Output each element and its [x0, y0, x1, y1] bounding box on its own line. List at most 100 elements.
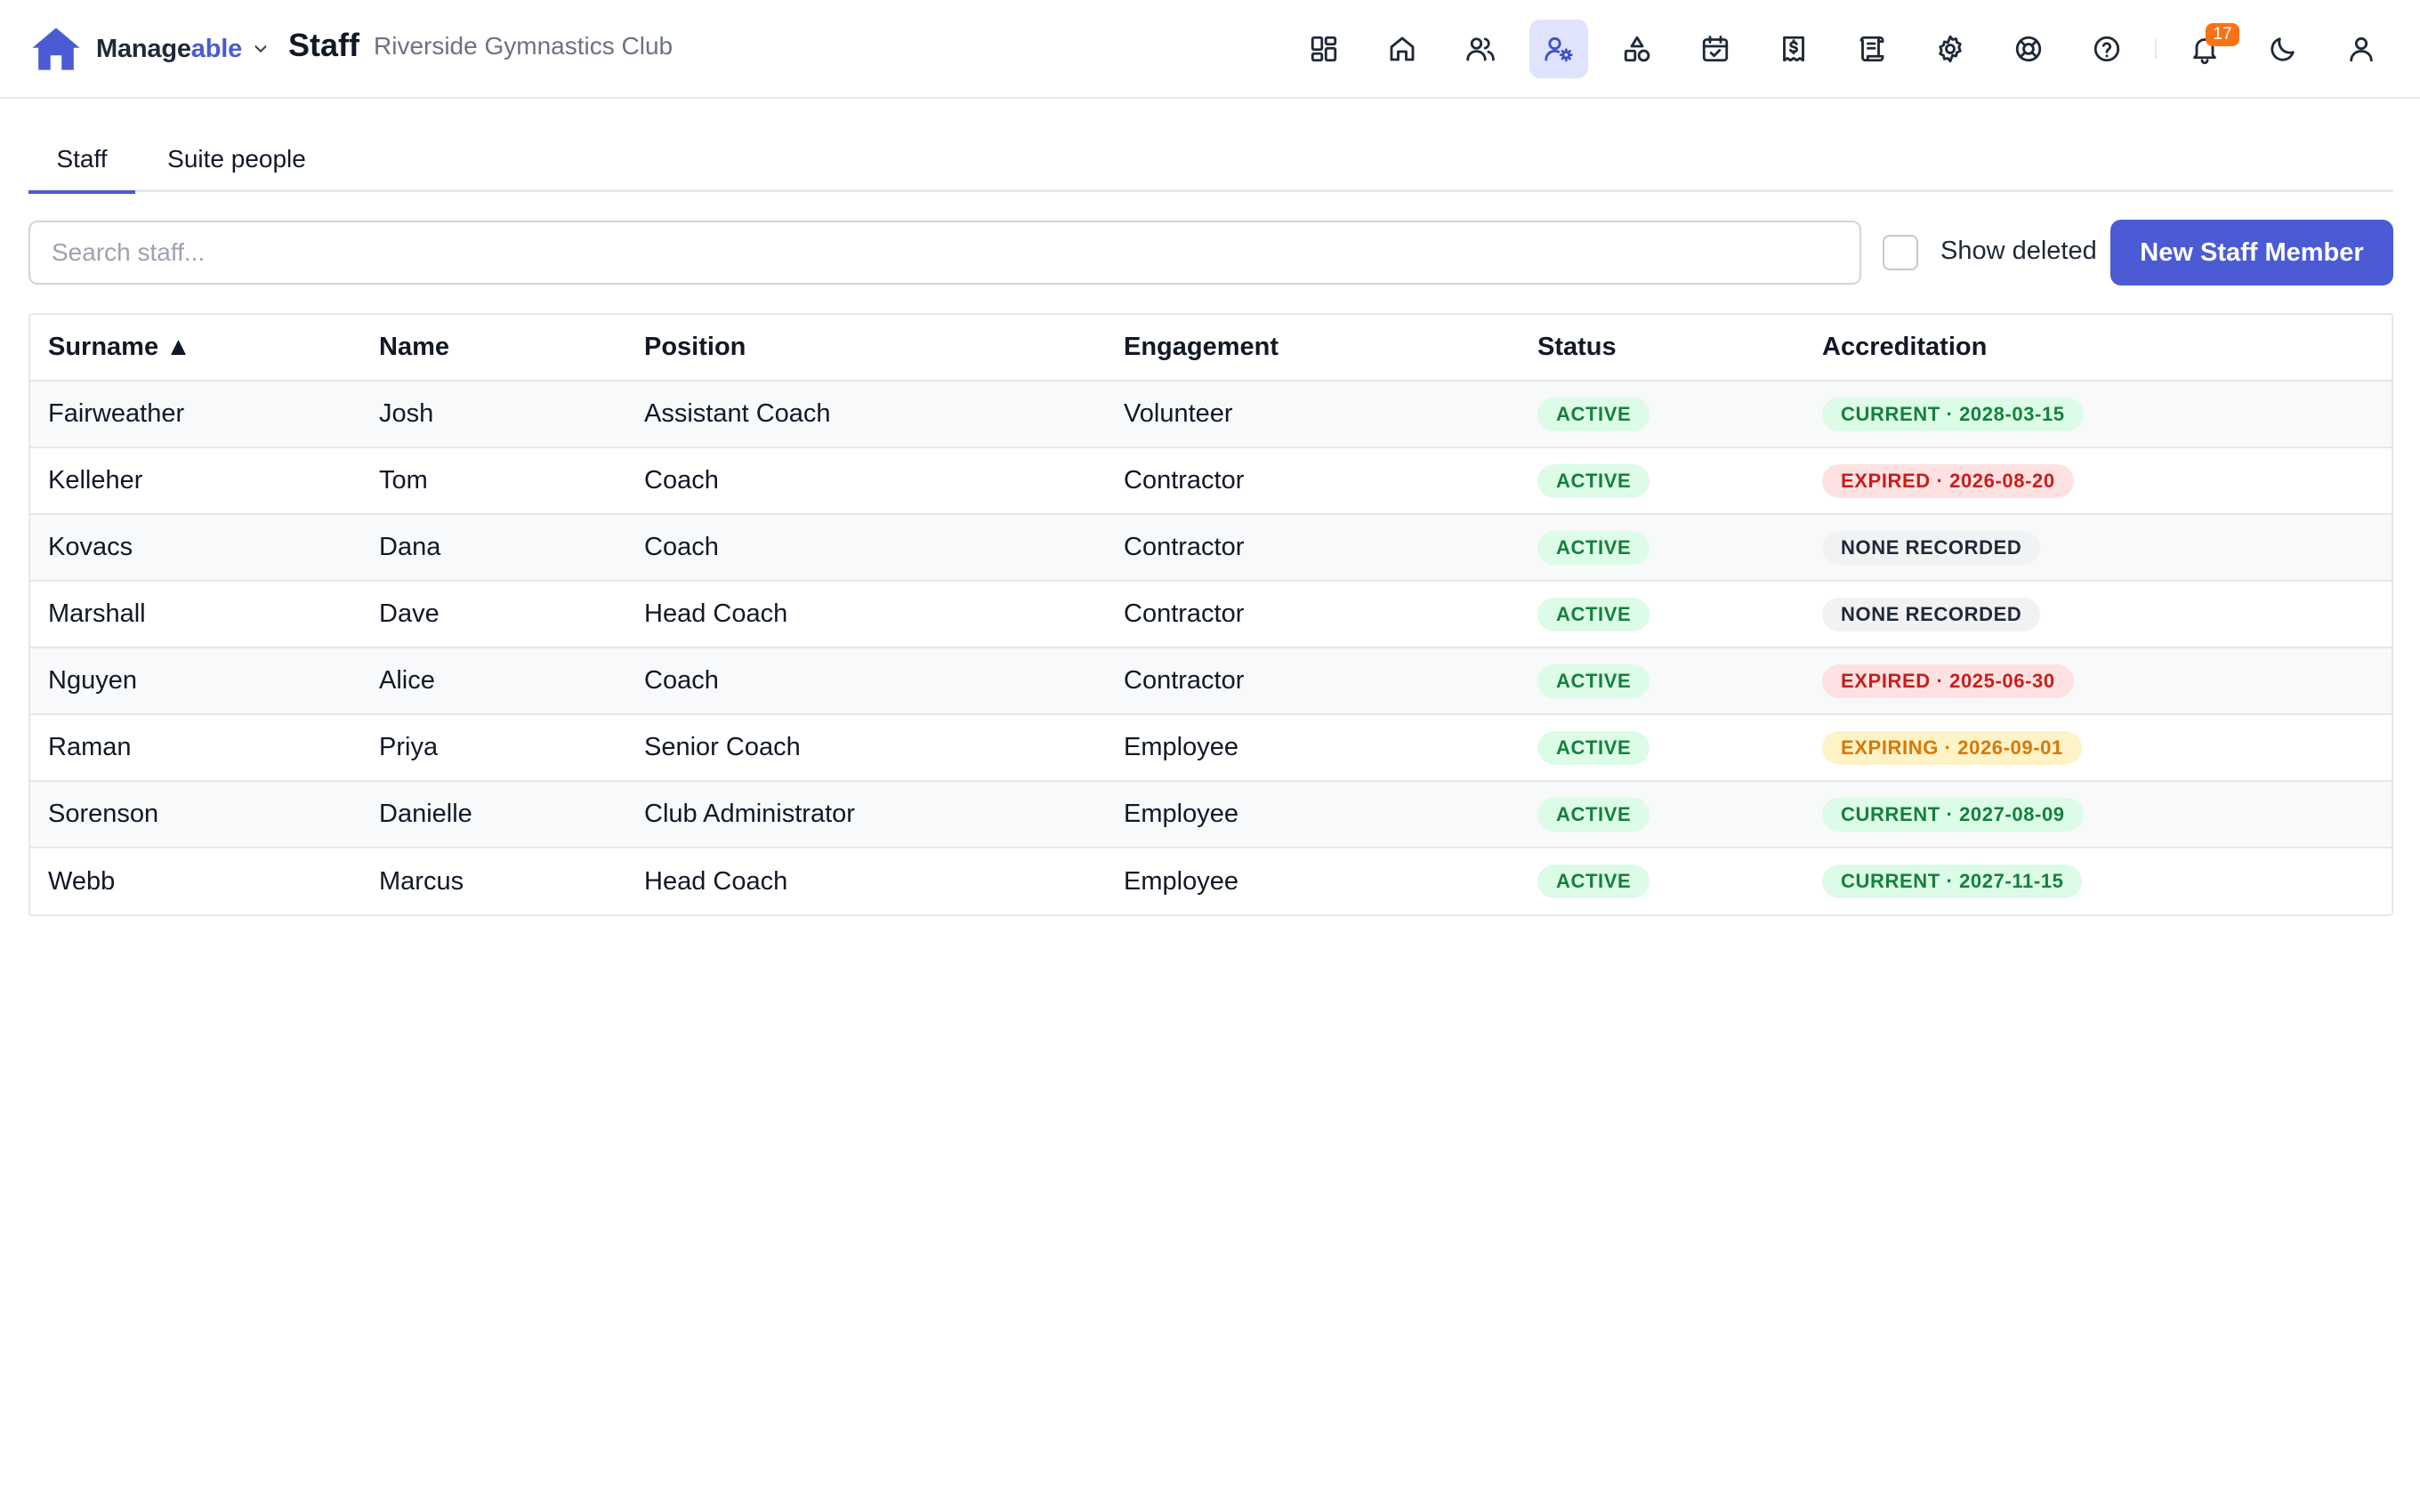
accreditation-badge: CURRENT · 2027-08-09	[1822, 797, 2084, 832]
cell-name: Tom	[361, 447, 626, 515]
cell-status: ACTIVE	[1520, 781, 1804, 848]
top-bar: Manageable Staff Riverside Gymnastics Cl…	[0, 0, 2420, 99]
cell-name: Marcus	[379, 866, 464, 896]
table-header-row: Surname ▲ Name Position Engagement Statu…	[30, 315, 2392, 382]
table-row[interactable]: Sorenson Danielle Club Administrator Emp…	[30, 781, 2392, 848]
nav-programs[interactable]	[1608, 20, 1666, 78]
home-icon	[1390, 36, 1415, 61]
cell-name: Priya	[361, 714, 626, 782]
nav-divider	[2155, 39, 2157, 59]
cell-surname: Webb	[48, 866, 116, 896]
status-badge: ACTIVE	[1537, 730, 1650, 765]
accreditation-badge: CURRENT · 2028-03-15	[1822, 397, 2084, 431]
accreditation-badge: CURRENT · 2027-11-15	[1822, 865, 2083, 898]
show-deleted-label[interactable]: Show deleted	[1940, 237, 2097, 266]
search-input[interactable]	[28, 221, 1861, 285]
nav-settings[interactable]	[1921, 20, 1980, 78]
invoice-icon	[1783, 36, 1804, 62]
nav-staff[interactable]	[1529, 20, 1588, 78]
organization-name: Riverside Gymnastics Club	[374, 32, 674, 60]
nav-support[interactable]	[1999, 20, 2058, 78]
nav-help[interactable]	[2077, 20, 2136, 78]
cell-surname: Fairweather	[30, 381, 361, 448]
cell-status: ACTIVE	[1520, 381, 1804, 448]
notifications-button[interactable]: 17	[2175, 20, 2239, 78]
table-row[interactable]: Marshall Dave Head Coach Contractor ACTI…	[30, 581, 2392, 648]
calendar-check-icon	[1702, 36, 1729, 62]
show-deleted-checkbox[interactable]	[1883, 235, 1918, 270]
cell-surname: Kovacs	[30, 514, 361, 582]
nav-people[interactable]	[1451, 20, 1510, 78]
cell-position: Head Coach	[626, 581, 1106, 648]
cell-engagement: Contractor	[1106, 514, 1520, 582]
brand-switcher[interactable]: Manageable	[30, 20, 270, 78]
dashboard-icon	[1311, 36, 1337, 62]
column-header-engagement[interactable]: Engagement	[1106, 315, 1520, 382]
nav-invoices[interactable]	[1764, 20, 1823, 78]
cell-accreditation: EXPIRING · 2026-09-01	[1804, 714, 2392, 782]
cell-accreditation: CURRENT · 2027-11-15	[1804, 848, 2392, 914]
page-title: Staff	[288, 27, 359, 63]
notification-count-badge: 17	[2206, 23, 2239, 46]
table-row[interactable]: Nguyen Alice Coach Contractor ACTIVE EXP…	[30, 647, 2392, 715]
status-badge: ACTIVE	[1537, 530, 1650, 565]
cell-surname: Kelleher	[30, 447, 361, 515]
nav-dashboard[interactable]	[1295, 20, 1353, 78]
cell-name: Alice	[361, 647, 626, 715]
table-row[interactable]: Fairweather Josh Assistant Coach Volunte…	[30, 381, 2392, 448]
cell-engagement: Employee	[1124, 866, 1238, 896]
chevron-down-icon	[254, 45, 267, 52]
nav-bookings[interactable]	[1686, 20, 1745, 78]
status-badge: ACTIVE	[1537, 597, 1650, 631]
table-row[interactable]: Webb Marcus Head Coach Employee ACTIVE C…	[30, 848, 2392, 914]
cell-engagement: Contractor	[1106, 581, 1520, 648]
cell-engagement: Employee	[1106, 781, 1520, 848]
cell-name: Dave	[361, 581, 626, 648]
theme-toggle[interactable]	[2254, 20, 2312, 78]
tab-staff[interactable]: Staff	[28, 133, 135, 194]
status-badge: ACTIVE	[1537, 397, 1650, 431]
table-row[interactable]: Kovacs Dana Coach Contractor ACTIVE NONE…	[30, 514, 2392, 582]
cell-engagement: Employee	[1106, 714, 1520, 782]
user-menu-button[interactable]	[2332, 20, 2391, 78]
staff-settings-icon	[1545, 36, 1573, 62]
user-icon	[2350, 36, 2373, 62]
column-header-status[interactable]: Status	[1520, 315, 1804, 382]
accreditation-badge: EXPIRING · 2026-09-01	[1822, 730, 2082, 765]
cell-accreditation: CURRENT · 2027-08-09	[1804, 781, 2392, 848]
cell-accreditation: NONE RECORDED	[1804, 581, 2392, 648]
cell-accreditation: NONE RECORDED	[1804, 514, 2392, 582]
table-row[interactable]: Raman Priya Senior Coach Employee ACTIVE…	[30, 714, 2392, 782]
home-logo-icon	[32, 28, 80, 70]
nav-home[interactable]	[1373, 20, 1432, 78]
column-header-position[interactable]: Position	[626, 315, 1106, 382]
cell-status: ACTIVE	[1520, 581, 1804, 648]
cell-surname: Nguyen	[30, 647, 361, 715]
column-header-name[interactable]: Name	[361, 315, 626, 382]
cell-surname: Raman	[30, 714, 361, 782]
cell-engagement: Contractor	[1106, 447, 1520, 515]
nav-reports[interactable]	[1843, 20, 1901, 78]
status-badge: ACTIVE	[1537, 865, 1650, 898]
brand-name: Manageable	[96, 34, 243, 63]
cell-engagement: Volunteer	[1106, 381, 1520, 448]
cell-name: Danielle	[361, 781, 626, 848]
cell-surname: Sorenson	[30, 781, 361, 848]
column-header-accreditation[interactable]: Accreditation	[1804, 315, 2392, 382]
settings-icon	[1939, 35, 1962, 63]
people-icon	[1466, 37, 1495, 61]
status-badge: ACTIVE	[1537, 797, 1650, 832]
new-staff-member-button[interactable]: New Staff Member	[2110, 220, 2393, 286]
staff-table: Surname ▲ Name Position Engagement Statu…	[28, 313, 2393, 916]
column-header-surname[interactable]: Surname ▲	[30, 315, 361, 382]
lifebuoy-icon	[2015, 36, 2042, 62]
accreditation-badge: NONE RECORDED	[1822, 530, 2041, 565]
tab-suite-people[interactable]: Suite people	[158, 133, 315, 192]
cell-position: Coach	[626, 647, 1106, 715]
cell-position: Coach	[626, 447, 1106, 515]
page-tabs: Staff Suite people	[28, 133, 2393, 194]
shapes-icon	[1624, 36, 1650, 62]
help-icon	[2093, 36, 2120, 62]
cell-name: Dana	[361, 514, 626, 582]
table-row[interactable]: Kelleher Tom Coach Contractor ACTIVE EXP…	[30, 447, 2392, 515]
